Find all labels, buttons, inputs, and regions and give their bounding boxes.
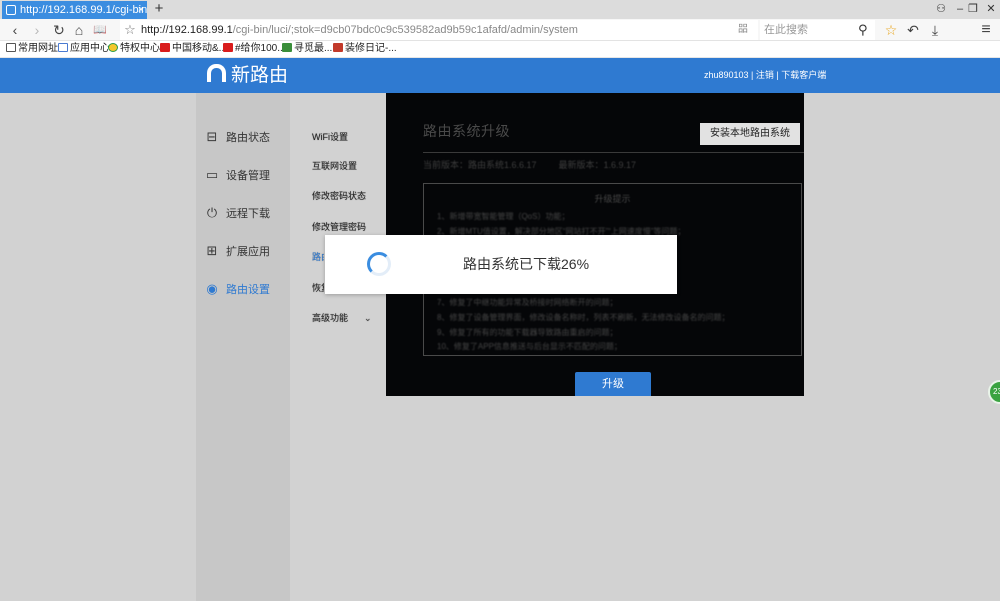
bookmark-item[interactable]: 装修日记-... [333, 41, 397, 57]
sidebar-item-extensions[interactable]: ⊞ 扩展应用 [205, 241, 270, 261]
url-text[interactable]: http://192.168.99.1/cgi-bin/luci/;stok=d… [141, 20, 578, 40]
reader-mode-icon[interactable]: 📖 [91, 21, 109, 39]
bookmark-item[interactable]: 特权中心 [108, 41, 160, 57]
browser-tab[interactable]: http://192.168.99.1/cgi-bin/l × [2, 1, 147, 19]
tab-title: http://192.168.99.1/cgi-bin/l [20, 4, 147, 16]
sidebar-item-remote-download[interactable]: ⏻ 远程下载 [205, 203, 270, 223]
sidebar-item-label: 路由状态 [226, 132, 270, 144]
stamp-icon [333, 43, 343, 52]
install-local-system-button[interactable]: 安装本地路由系统 [700, 123, 800, 145]
search-input[interactable]: 在此搜索 [764, 20, 808, 40]
bookmark-item[interactable]: 常用网址 [6, 41, 58, 57]
divider [423, 152, 804, 153]
sidebar-item-label: 设备管理 [226, 170, 270, 182]
search-box[interactable]: 在此搜索 ⚲ [760, 20, 875, 40]
favorite-icon[interactable]: ☆ [882, 21, 900, 39]
subnav-wifi-settings[interactable]: WiFi设置 [312, 129, 348, 145]
tab-close-icon[interactable]: × [136, 1, 146, 19]
release-notes-title: 升级提示 [594, 194, 631, 204]
cube-icon [58, 43, 68, 52]
logo-text: 新路由 [231, 65, 289, 86]
progress-message: 路由系统已下载26% [463, 256, 590, 272]
sidebar-item-router-settings[interactable]: ◉ 路由设置 [205, 279, 270, 299]
settings-subnav: WiFi设置 互联网设置 修改密码状态 修改管理密码 路由 恢复 高级功能 ⌄ [290, 93, 386, 601]
menu-icon[interactable]: ≡ [977, 21, 995, 39]
bookmark-label: #给你100... [235, 43, 286, 54]
sidebar-item-label: 路由设置 [226, 284, 270, 296]
floating-widget-badge[interactable]: 23 [988, 380, 1000, 404]
back-button[interactable]: ‹ [6, 21, 24, 39]
logo-mark-icon [207, 64, 226, 82]
subnav-restore[interactable]: 恢复 [312, 280, 324, 296]
browser-tab-bar: http://192.168.99.1/cgi-bin/l × + ⚇ – ❐ … [0, 0, 1000, 19]
restore-button[interactable]: ❐ [966, 1, 980, 17]
settings-circle-icon: ◉ [206, 281, 218, 296]
router-icon: ⊟ [206, 129, 218, 144]
jd-icon [223, 43, 233, 52]
bookmark-label: 特权中心 [120, 43, 160, 54]
url-path: /cgi-bin/luci/;stok=d9cb07bdc0c9c539582a… [232, 24, 578, 36]
sidebar-item-label: 远程下载 [226, 208, 270, 220]
page-favicon-icon [6, 5, 16, 15]
power-download-icon: ⏻ [206, 205, 218, 220]
url-host: http://192.168.99.1 [141, 24, 233, 36]
release-note-item: 1、新增带宽智能管理（QoS）功能； [437, 212, 570, 221]
qr-code-icon[interactable]: 㗊 [738, 21, 748, 39]
chrome-icon [108, 43, 118, 52]
forward-button[interactable]: › [28, 21, 46, 39]
address-bar[interactable]: ☆ http://192.168.99.1/cgi-bin/luci/;stok… [120, 20, 758, 40]
close-window-button[interactable]: ✕ [984, 1, 998, 17]
new-tab-button[interactable]: + [152, 0, 166, 18]
leaf-icon [282, 43, 292, 52]
sidebar-item-router-status[interactable]: ⊟ 路由状态 [205, 127, 270, 147]
subnav-advanced[interactable]: 高级功能 ⌄ [312, 310, 372, 326]
download-progress-dialog: 路由系统已下载26% [325, 235, 677, 294]
home-button[interactable]: ⌂ [70, 21, 88, 39]
loading-spinner-icon [367, 252, 391, 276]
account-icon[interactable]: ⚇ [934, 1, 948, 17]
upgrade-button[interactable]: 升级 [575, 372, 651, 396]
browser-toolbar: ‹ › ↻ ⌂ 📖 ☆ http://192.168.99.1/cgi-bin/… [0, 19, 1000, 41]
folder-icon [6, 43, 16, 52]
bookmark-label: 常用网址 [18, 43, 58, 54]
subnav-router-system[interactable]: 路由 [312, 249, 324, 265]
download-icon[interactable]: ⤓ [926, 21, 944, 39]
user-links[interactable]: zhu890103 | 注销 | 下载客户端 [704, 58, 826, 93]
search-icon[interactable]: ⚲ [858, 20, 868, 40]
monitor-icon: ▭ [205, 167, 219, 182]
bookmark-item[interactable]: #给你100... [223, 41, 286, 57]
bookmark-label: 应用中心 [70, 43, 110, 54]
chevron-down-icon: ⌄ [364, 313, 372, 323]
page-title: 路由系统升级 [423, 123, 510, 139]
bookmarks-bar: 常用网址 应用中心 特权中心 中国移动&... #给你100... 寻觅最...… [0, 41, 1000, 58]
bookmark-item[interactable]: 应用中心 [58, 41, 110, 57]
logo[interactable]: 新路由 [207, 64, 288, 88]
undo-close-icon[interactable]: ↶ [904, 21, 922, 39]
release-note-item: 8、修复了设备管理界面，修改设备名称时，列表不刷新，无法修改设备名的问题； [437, 313, 730, 322]
release-note-item: 9、修复了所有的功能下载器导致路由重启的问题； [437, 328, 618, 337]
jd-icon [160, 43, 170, 52]
bookmark-label: 装修日记-... [345, 43, 397, 54]
subnav-admin-password[interactable]: 修改管理密码 [312, 219, 366, 235]
current-version: 当前版本：路由系统1.6.6.17 [423, 160, 537, 170]
reload-button[interactable]: ↻ [50, 21, 68, 39]
bookmark-label: 中国移动&... [172, 43, 228, 54]
latest-version: 最新版本：1.6.9.17 [558, 160, 637, 170]
bookmark-label: 寻觅最... [294, 43, 333, 54]
bookmark-item[interactable]: 寻觅最... [282, 41, 332, 57]
bookmark-item[interactable]: 中国移动&... [160, 41, 227, 57]
main-sidebar: ⊟ 路由状态 ▭ 设备管理 ⏻ 远程下载 ⊞ 扩展应用 ◉ 路由设置 [196, 93, 290, 601]
subnav-internet-settings[interactable]: 互联网设置 [312, 158, 357, 174]
minimize-button[interactable]: – [953, 1, 967, 17]
grid-icon: ⊞ [206, 243, 218, 258]
sidebar-item-device-management[interactable]: ▭ 设备管理 [205, 165, 270, 185]
bookmark-star-icon[interactable]: ☆ [122, 21, 138, 39]
version-info: 当前版本：路由系统1.6.6.17 最新版本：1.6.9.17 [423, 159, 636, 171]
router-header: 新路由 zhu890103 | 注销 | 下载客户端 [0, 58, 1000, 93]
release-note-item: 7、修复了中继功能异常及桥接时网络断开的问题； [437, 298, 618, 307]
subnav-item-3[interactable]: 修改密码状态 [312, 188, 366, 204]
release-note-item: 10、修复了APP信息推送与后台显示不匹配的问题； [437, 342, 622, 351]
sidebar-item-label: 扩展应用 [226, 246, 270, 258]
subnav-advanced-label: 高级功能 [312, 313, 349, 323]
